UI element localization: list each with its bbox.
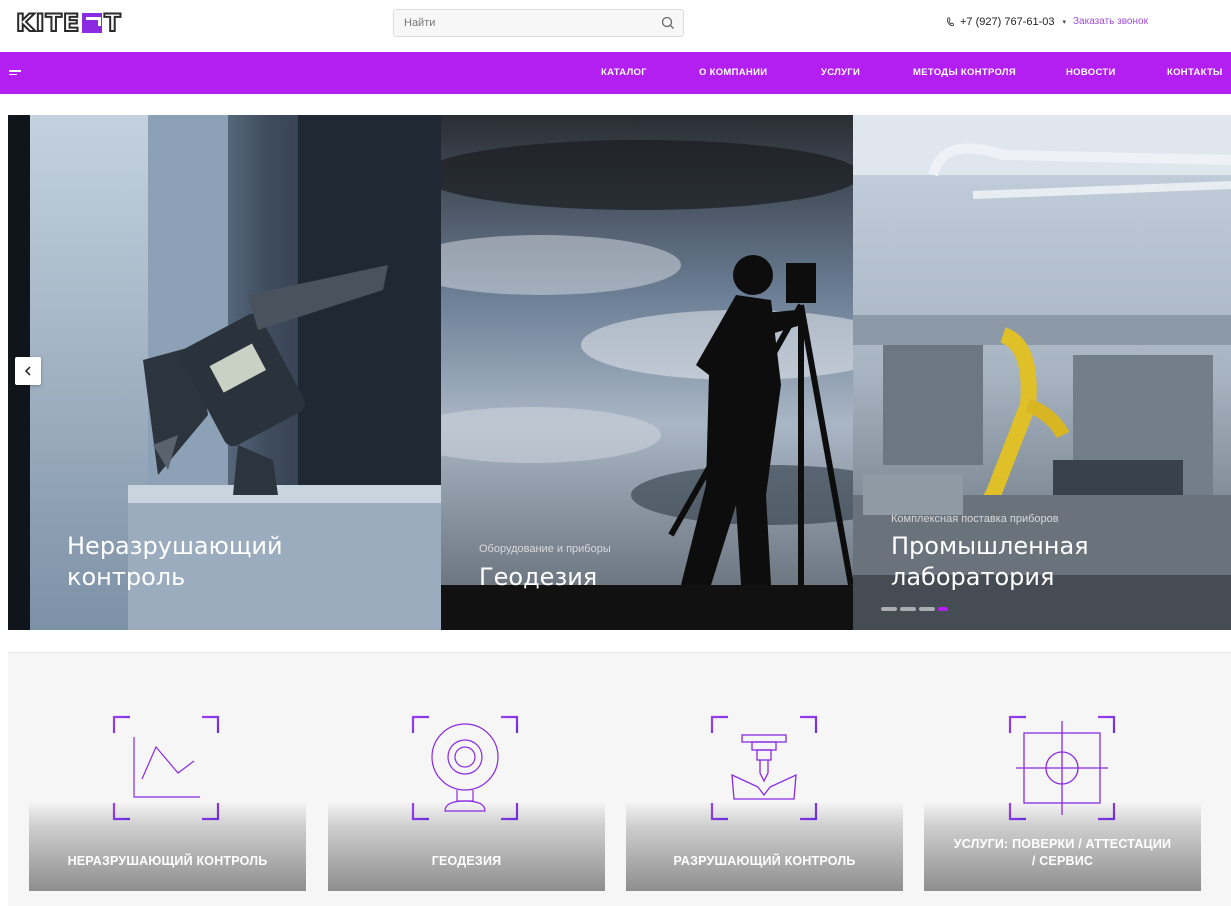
category-label: ГЕОДЕЗИЯ <box>431 854 502 868</box>
nav-item-news[interactable]: НОВОСТИ <box>1066 67 1116 78</box>
category-label-line1: УСЛУГИ: ПОВЕРКИ / АТТЕСТАЦИИ <box>953 837 1172 851</box>
nav-item-services[interactable]: УСЛУГИ <box>821 67 860 78</box>
slide-title-line1: Промышленная <box>891 532 1089 560</box>
slider-dots <box>881 607 948 611</box>
chevron-left-icon <box>24 366 31 376</box>
search-icon[interactable] <box>661 16 675 30</box>
search-box <box>393 9 684 37</box>
logo[interactable]: KITE T <box>15 8 122 38</box>
category-section: НЕРАЗРУШАЮЩИЙ КОНТРОЛЬ ГЕОДЕЗИЯ РАЗРУШАЮ… <box>8 652 1231 906</box>
slide-lab[interactable]: Комплексная поставка приборов Промышленн… <box>853 115 1231 630</box>
chart-line-icon <box>112 715 220 821</box>
main-nav: КАТАЛОГ О КОМПАНИИ УСЛУГИ МЕТОДЫ КОНТРОЛ… <box>0 52 1231 94</box>
webcam-icon <box>411 715 519 821</box>
header: KITE T +7 (927) 767-61-03 ▾ Заказать зво… <box>0 0 1231 52</box>
logo-text: KITE <box>15 8 81 38</box>
slider-prev-button[interactable] <box>15 357 41 385</box>
slide-ndt[interactable]: Неразрушающий контроль <box>8 115 441 630</box>
slide-subtitle: Оборудование и приборы <box>479 543 611 555</box>
callback-link[interactable]: Заказать звонок <box>1073 16 1148 27</box>
menu-icon[interactable] <box>9 70 21 76</box>
slide-geodesy[interactable]: Оборудование и приборы Геодезия <box>441 115 853 630</box>
phone-block[interactable]: +7 (927) 767-61-03 ▾ <box>946 16 1066 28</box>
category-label: РАЗРУШАЮЩИЙ КОНТРОЛЬ <box>673 854 856 868</box>
category-label: НЕРАЗРУШАЮЩИЙ КОНТРОЛЬ <box>67 854 268 868</box>
nav-item-contacts[interactable]: КОНТАКТЫ <box>1167 67 1223 78</box>
slide-title: Неразрушающий контроль <box>67 531 283 593</box>
search-input[interactable] <box>394 10 644 36</box>
slider-dot[interactable] <box>919 607 935 611</box>
slide-title-line2: контроль <box>67 563 186 591</box>
target-icon <box>1008 715 1116 821</box>
logo-tail: T <box>103 8 121 38</box>
slide-title: Геодезия <box>479 563 598 591</box>
slide-title-line1: Неразрушающий <box>67 532 283 560</box>
slide-subtitle: Комплексная поставка приборов <box>891 513 1059 525</box>
logo-mark-icon <box>82 13 103 33</box>
slide-title: Промышленная лаборатория <box>891 531 1089 593</box>
category-label: УСЛУГИ: ПОВЕРКИ / АТТЕСТАЦИИ / СЕРВИС <box>924 836 1201 870</box>
slider-dot-active[interactable] <box>938 607 948 611</box>
chevron-down-icon[interactable]: ▾ <box>1062 18 1066 26</box>
hero-slider: Неразрушающий контроль Оборудование и пр… <box>8 115 1231 630</box>
phone-number: +7 (927) 767-61-03 <box>960 16 1055 28</box>
slider-dot[interactable] <box>900 607 916 611</box>
nav-item-catalog[interactable]: КАТАЛОГ <box>601 67 647 78</box>
nav-item-about[interactable]: О КОМПАНИИ <box>699 67 767 78</box>
category-label-line2: / СЕРВИС <box>1031 854 1094 868</box>
slider-dot[interactable] <box>881 607 897 611</box>
nav-item-methods[interactable]: МЕТОДЫ КОНТРОЛЯ <box>913 67 1016 78</box>
press-icon <box>710 715 818 821</box>
phone-icon <box>946 17 954 27</box>
slide-title-line2: лаборатория <box>891 563 1055 591</box>
